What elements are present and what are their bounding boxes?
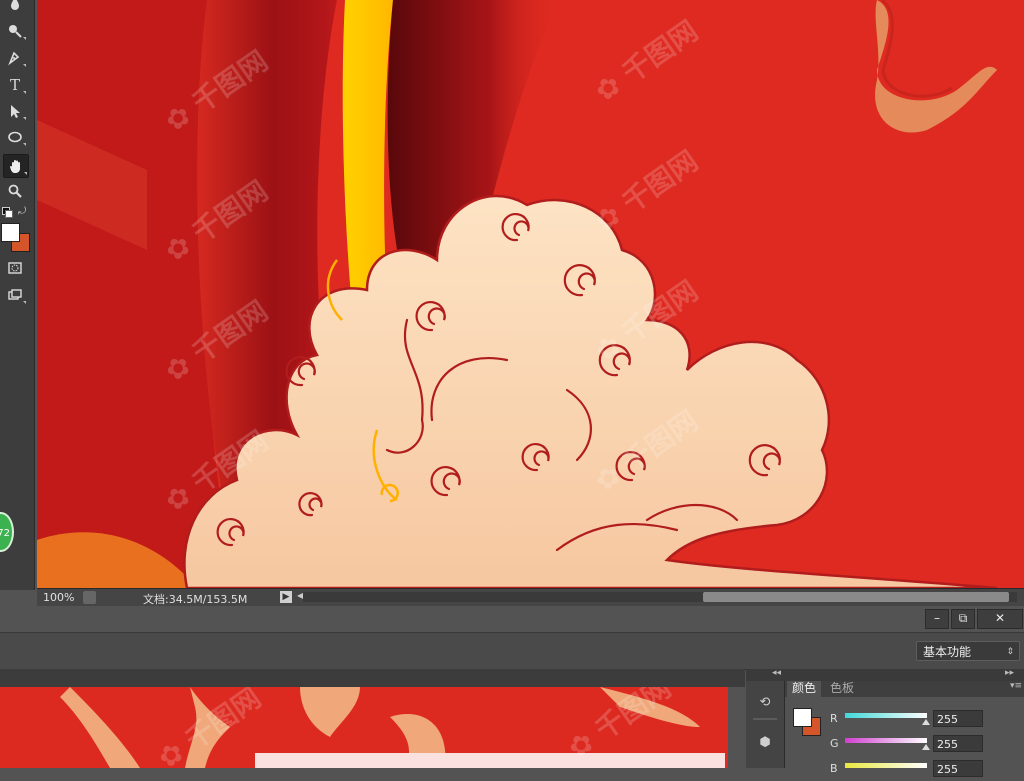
close-icon: ✕ — [994, 611, 1006, 625]
restore-icon: ⧉ — [958, 611, 968, 625]
blur-tool[interactable] — [3, 0, 27, 14]
blur-drop-icon — [11, 0, 19, 10]
path-selection-tool[interactable] — [3, 100, 27, 122]
arrow-icon — [11, 105, 20, 118]
b-value-field[interactable]: 255 — [933, 760, 983, 777]
collapse-right-icon[interactable]: ▸▸ — [1005, 668, 1014, 678]
status-menu-arrow-icon[interactable]: ▶ — [280, 591, 292, 603]
color-panel: 颜色 色板 ▾≡ R 255 G 255 B 255 — [785, 681, 1024, 777]
document-tab-bar[interactable] — [0, 669, 745, 687]
workspace-switcher[interactable]: 基本功能 ⇕ — [916, 641, 1020, 661]
document-canvas[interactable]: ✿ 千图网 ✿ 千图网 ✿ 千图网 ✿ 千图网 ✿ 千图网 ✿ 千图网 ✿ 千图… — [37, 0, 1024, 588]
foreground-color-swatch[interactable] — [1, 223, 20, 242]
r-slider-thumb[interactable] — [922, 719, 930, 725]
ellipse-icon — [8, 131, 22, 143]
history-panel-button[interactable]: ⟲ — [754, 693, 776, 713]
dock-divider — [753, 718, 777, 720]
quick-mask-icon — [8, 262, 22, 274]
zoom-level[interactable]: 100% — [43, 591, 74, 604]
pen-tool[interactable] — [3, 47, 27, 69]
channel-label: B — [830, 762, 838, 775]
quick-mask-tool[interactable] — [3, 257, 27, 279]
g-slider[interactable] — [845, 738, 927, 743]
type-tool[interactable]: T — [3, 74, 27, 96]
tab-swatches[interactable]: 色板 — [825, 681, 859, 697]
tools-panel: T ⤾ — [0, 0, 35, 590]
window-controls-row: – ⧉ ✕ — [0, 606, 1024, 632]
channel-row-r: R 255 — [830, 709, 1020, 731]
panel-collapse-bar[interactable]: ◂◂ ▸▸ — [746, 668, 1024, 681]
g-slider-thumb[interactable] — [922, 744, 930, 750]
screen-mode-tool[interactable] — [3, 284, 27, 306]
screen-mode-icon — [8, 289, 22, 300]
restore-button[interactable]: ⧉ — [951, 609, 975, 629]
horizontal-scrollbar-thumb[interactable] — [703, 592, 1009, 602]
3d-panel-button[interactable]: ⬢ — [754, 733, 776, 753]
b-slider[interactable] — [845, 763, 927, 768]
history-icon: ⟲ — [759, 695, 771, 710]
type-icon: T — [9, 76, 20, 94]
horizontal-scrollbar[interactable] — [303, 592, 1017, 602]
cube-icon: ⬢ — [759, 735, 771, 750]
panel-foreground-swatch[interactable] — [793, 708, 812, 727]
swap-colors-icon[interactable]: ⤾ — [18, 206, 26, 217]
floating-badge-label: 72 — [0, 528, 10, 539]
document-profile-icon[interactable] — [83, 591, 96, 604]
magnifier-icon — [8, 184, 22, 198]
channel-label: R — [830, 712, 838, 725]
dodge-icon — [9, 25, 22, 38]
collapse-left-icon[interactable]: ◂◂ — [772, 668, 781, 678]
panel-icon-dock: ⟲ ⬢ — [746, 681, 785, 768]
zoom-tool[interactable] — [3, 180, 27, 202]
r-slider[interactable] — [845, 713, 927, 718]
canvas-artwork — [37, 0, 1024, 588]
close-button[interactable]: ✕ — [977, 609, 1023, 629]
status-bar: 100% 文档:34.5M/153.5M ▶ ◀ — [37, 588, 1024, 606]
g-value-field[interactable]: 255 — [933, 735, 983, 752]
channel-label: G — [830, 737, 839, 750]
r-value-field[interactable]: 255 — [933, 710, 983, 727]
second-document-canvas[interactable]: ✿ 千图网 ✿ 千图网 — [0, 687, 728, 768]
workspace-label: 基本功能 — [923, 645, 972, 659]
hand-tool[interactable] — [3, 154, 29, 178]
ellipse-tool[interactable] — [3, 126, 27, 148]
default-colors-icon[interactable] — [2, 207, 13, 218]
options-bar: 基本功能 ⇕ — [0, 632, 1024, 670]
channel-row-g: G 255 — [830, 734, 1020, 756]
panel-menu-icon[interactable]: ▾≡ — [1010, 681, 1022, 691]
dodge-tool[interactable] — [3, 20, 27, 42]
document-size-info: 文档:34.5M/153.5M — [143, 593, 248, 606]
second-canvas-artwork — [0, 687, 728, 768]
pen-icon — [8, 51, 20, 66]
tab-color[interactable]: 颜色 — [787, 681, 822, 697]
hand-icon — [10, 160, 20, 173]
chevron-updown-icon: ⇕ — [1006, 647, 1014, 657]
minimize-icon: – — [934, 611, 940, 625]
panel-tab-bar: 颜色 色板 ▾≡ — [785, 681, 1024, 697]
minimize-button[interactable]: – — [925, 609, 949, 629]
channel-row-b: B 255 — [830, 759, 1020, 781]
